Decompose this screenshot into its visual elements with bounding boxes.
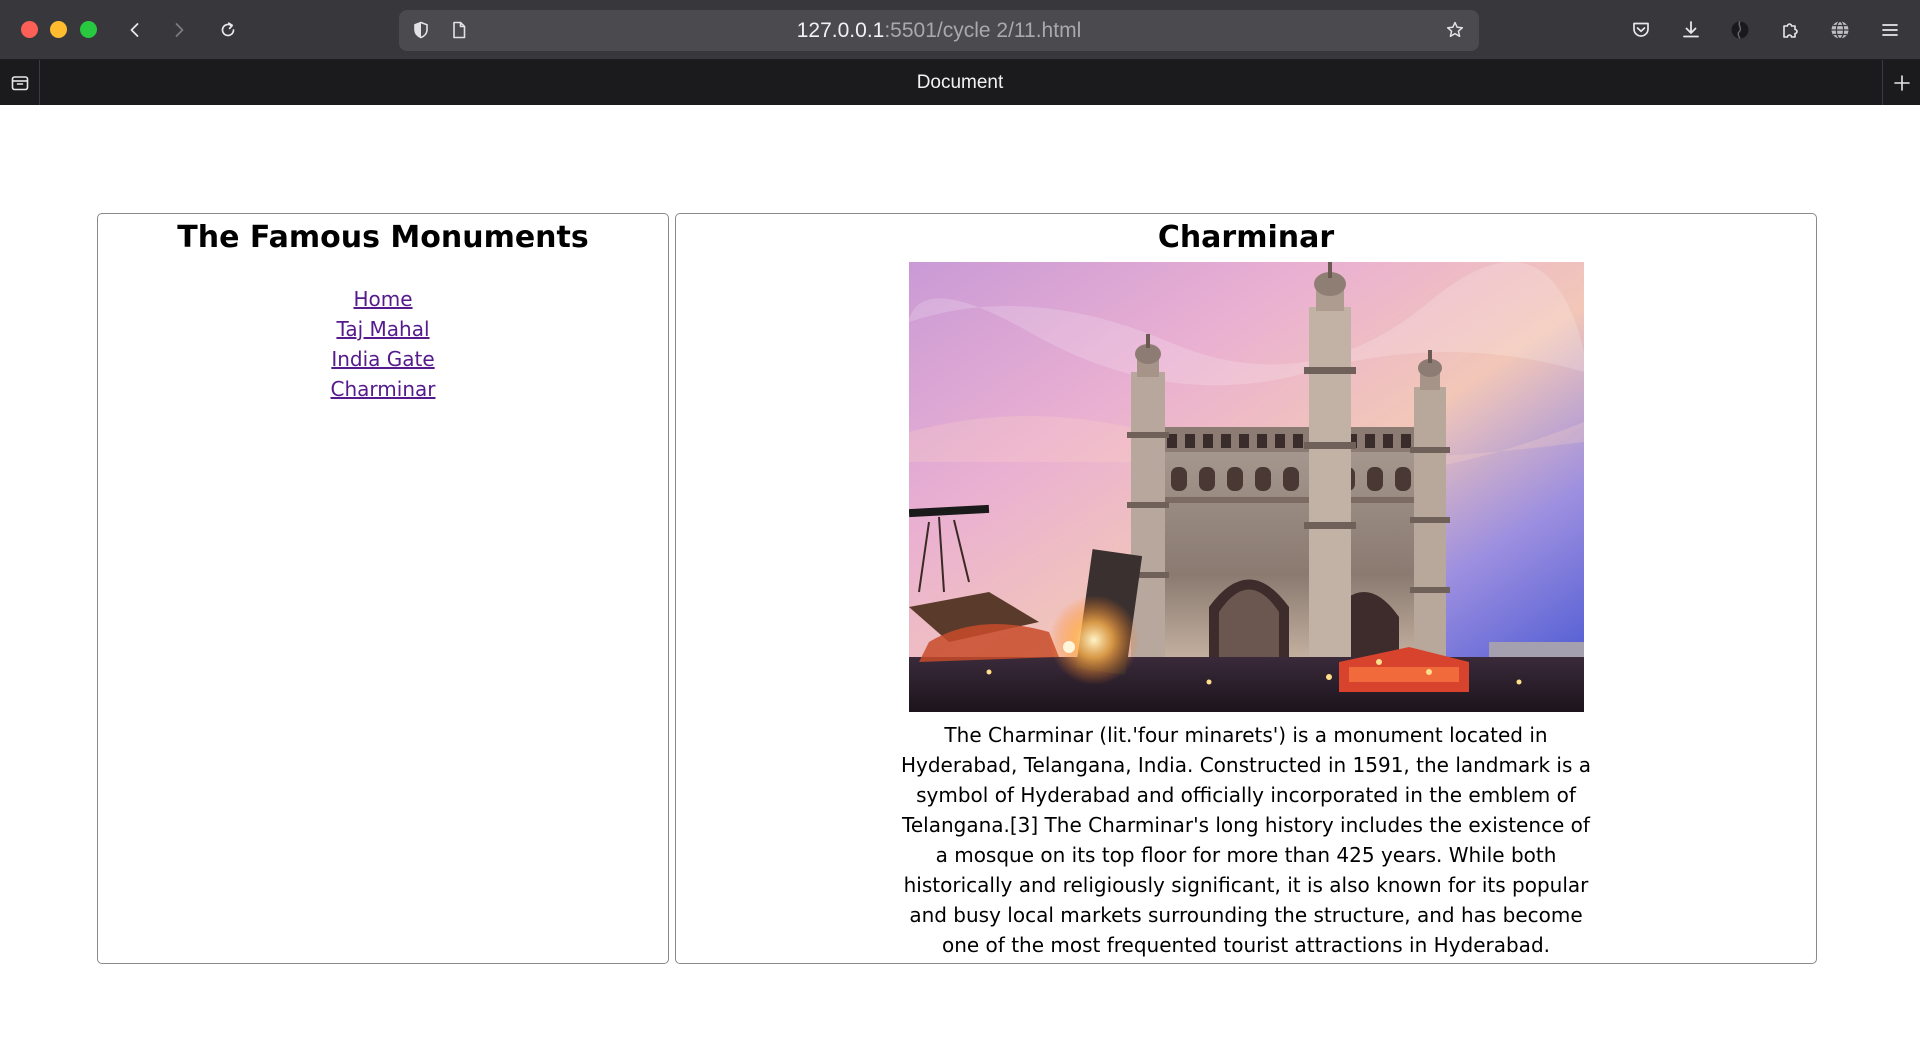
account-icon[interactable]	[1727, 17, 1753, 43]
nav-link-taj-mahal[interactable]: Taj Mahal	[98, 314, 668, 344]
sidebar-panel: The Famous Monuments Home Taj Mahal Indi…	[97, 213, 669, 964]
url-path: :5501/cycle 2/11.html	[884, 19, 1082, 42]
tab-bar: Document	[0, 60, 1920, 105]
puzzle-icon[interactable]	[1777, 17, 1803, 43]
pocket-icon[interactable]	[1628, 17, 1654, 43]
content-heading: Charminar	[1157, 220, 1335, 255]
content-panel: Charminar The Charminar (lit.'four minar…	[675, 213, 1817, 964]
browser-toolbar: 127.0.0.1:5501/cycle 2/11.html	[0, 0, 1920, 60]
url-text[interactable]: 127.0.0.1:5501/cycle 2/11.html	[399, 10, 1479, 51]
window-close-button[interactable]	[21, 21, 38, 38]
forward-button[interactable]	[163, 14, 195, 46]
nav-link-india-gate[interactable]: India Gate	[98, 344, 668, 374]
page-viewport: The Famous Monuments Home Taj Mahal Indi…	[0, 105, 1920, 1052]
charminar-photo	[908, 262, 1584, 712]
url-host: 127.0.0.1	[796, 19, 885, 42]
plus-icon	[1893, 74, 1910, 91]
reload-button[interactable]	[212, 14, 244, 46]
window-minimize-button[interactable]	[50, 21, 67, 38]
back-button[interactable]	[119, 14, 151, 46]
window-maximize-button[interactable]	[80, 21, 97, 38]
nav-link-home[interactable]: Home	[98, 284, 668, 314]
globe-icon[interactable]	[1827, 17, 1853, 43]
hamburger-menu-icon[interactable]	[1877, 17, 1903, 43]
tab-document[interactable]: Document	[0, 60, 1920, 105]
download-icon[interactable]	[1678, 17, 1704, 43]
new-tab-button[interactable]	[1882, 60, 1920, 105]
monument-description: The Charminar (lit.'four minarets') is a…	[900, 723, 1591, 957]
nav-link-charminar[interactable]: Charminar	[98, 374, 668, 404]
chevron-right-icon	[175, 23, 184, 37]
sidebar-heading: The Famous Monuments	[177, 220, 589, 255]
monument-nav: Home Taj Mahal India Gate Charminar	[98, 284, 668, 404]
chevron-left-icon	[130, 23, 139, 37]
star-icon[interactable]	[1445, 20, 1465, 40]
address-bar[interactable]: 127.0.0.1:5501/cycle 2/11.html	[399, 10, 1479, 51]
reload-icon	[221, 22, 235, 37]
